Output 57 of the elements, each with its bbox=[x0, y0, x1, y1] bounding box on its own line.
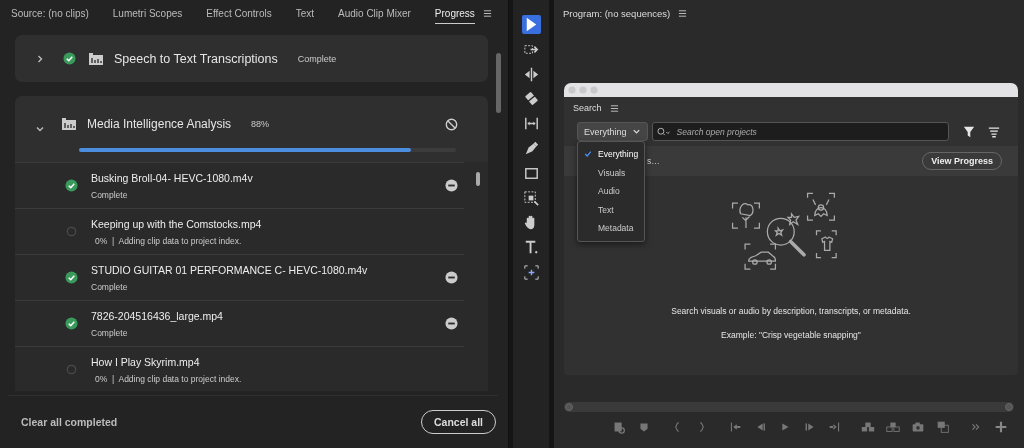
menu-icon[interactable] bbox=[609, 103, 619, 113]
comparison-view-icon[interactable] bbox=[935, 419, 951, 435]
chevron-down-icon bbox=[631, 127, 641, 136]
task-title: Media Intelligence Analysis bbox=[87, 117, 232, 131]
menu-item[interactable]: Metadata bbox=[578, 219, 644, 238]
clip-name: STUDIO GUITAR 01 PERFORMANCE C- HEVC-1080.m4v bbox=[91, 263, 369, 276]
panel-tab[interactable]: Effect Controls bbox=[206, 6, 272, 24]
menu-icon[interactable] bbox=[482, 9, 492, 18]
marquee-zoom-icon[interactable] bbox=[521, 188, 541, 208]
frame-icon[interactable] bbox=[521, 262, 541, 282]
analysis-folder-icon bbox=[88, 51, 104, 66]
chevron-right-icon[interactable] bbox=[35, 53, 45, 64]
clip-name: 7826-204516436_large.mp4 bbox=[91, 309, 224, 322]
cancel-icon[interactable] bbox=[445, 117, 458, 131]
menu-item[interactable]: Visuals bbox=[578, 163, 644, 182]
chevron-down-icon[interactable] bbox=[35, 124, 45, 134]
remove-icon[interactable] bbox=[445, 179, 458, 192]
clip-status: Complete bbox=[91, 189, 129, 200]
clip-name: Keeping up with the Comstocks.mp4 bbox=[91, 217, 263, 230]
scrollbar-thumb[interactable] bbox=[476, 172, 480, 186]
clip-name: Busking Broll-04- HEVC-1080.m4v bbox=[91, 171, 254, 184]
menu-item[interactable]: Everything bbox=[578, 145, 644, 164]
scrubber-handle[interactable] bbox=[565, 403, 573, 411]
clip-name: How I Play Skyrim.mp4 bbox=[91, 355, 201, 368]
panel-title: Program: (no sequences) bbox=[563, 8, 671, 19]
scrubber-handle[interactable] bbox=[1005, 403, 1013, 411]
checkmark-icon bbox=[584, 150, 592, 159]
panel-tab[interactable]: Progress bbox=[434, 6, 475, 24]
example-query: Example: "Crisp vegetable snapping" bbox=[721, 330, 861, 340]
add-icon[interactable] bbox=[993, 419, 1009, 435]
panel-tab[interactable]: Audio Clip Mixer bbox=[338, 6, 411, 24]
task-title: Speech to Text Transcriptions bbox=[114, 51, 278, 66]
clip-status: Complete bbox=[91, 327, 129, 338]
panel-tab[interactable]: Source: (no clips) bbox=[11, 6, 89, 24]
filter-icon[interactable] bbox=[963, 125, 975, 138]
panel-tab[interactable]: Lumetri Scopes bbox=[112, 6, 183, 24]
clip-status: 0% | Adding clip data to project index. bbox=[94, 373, 243, 384]
clip-status: 0% | Adding clip data to project index. bbox=[94, 235, 243, 246]
task-status: Complete bbox=[297, 53, 337, 64]
search-field[interactable]: Search open projects bbox=[651, 122, 949, 141]
menu-icon[interactable] bbox=[678, 9, 688, 18]
task-status: 88% bbox=[251, 119, 270, 129]
remove-icon[interactable] bbox=[445, 271, 458, 284]
scrollbar-thumb[interactable] bbox=[495, 53, 501, 113]
analysis-folder-icon bbox=[61, 117, 77, 131]
search-icon bbox=[656, 127, 671, 137]
remove-icon[interactable] bbox=[445, 317, 458, 330]
search-panel-title: Search bbox=[573, 103, 602, 113]
panel-tab[interactable]: Text bbox=[295, 6, 315, 24]
empty-state-hint: Search visuals or audio by description, transcripts, or metadata. bbox=[671, 306, 911, 316]
menu-item[interactable]: Audio bbox=[578, 182, 644, 201]
clip-status: Complete bbox=[91, 281, 129, 292]
menu-item[interactable]: Text bbox=[578, 200, 644, 219]
banner-text: s… bbox=[647, 156, 660, 166]
sort-icon[interactable] bbox=[988, 125, 1000, 138]
clear-completed-button[interactable]: Clear all completed bbox=[8, 416, 118, 428]
scope-dropdown[interactable]: Everything bbox=[577, 122, 648, 141]
